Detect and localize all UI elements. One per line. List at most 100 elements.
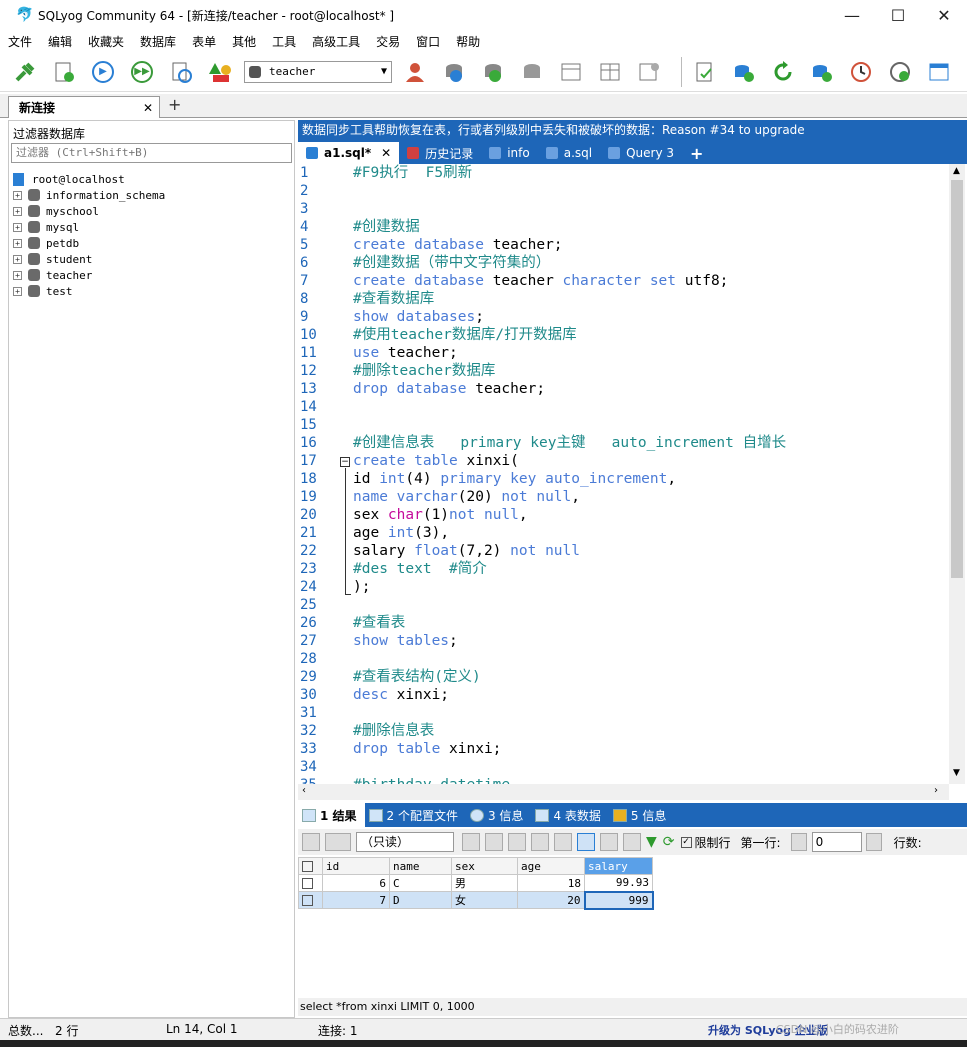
code-line[interactable] (353, 650, 786, 668)
insert-row-icon[interactable] (462, 833, 480, 851)
result-tab-info[interactable]: 5 信息 (609, 803, 674, 827)
code-line[interactable]: drop database teacher; (353, 380, 786, 398)
restore-icon[interactable] (478, 57, 508, 87)
grid-view-icon[interactable] (577, 833, 595, 851)
code-line[interactable]: desc xinxi; (353, 686, 786, 704)
code-line[interactable]: #birthday datetime (353, 776, 786, 784)
menu-transaction[interactable]: 交易 (376, 33, 400, 50)
result-tab-results[interactable]: 1 结果 (298, 803, 365, 827)
code-line[interactable] (353, 758, 786, 776)
add-query-tab-button[interactable]: + (682, 142, 711, 164)
code-line[interactable]: sex char(1)not null, (353, 506, 786, 524)
column-header-id[interactable]: id (322, 857, 390, 875)
menu-window[interactable]: 窗口 (416, 33, 440, 50)
menu-tools[interactable]: 工具 (272, 33, 296, 50)
expand-icon[interactable]: + (13, 270, 22, 280)
index-manager-icon[interactable] (634, 57, 664, 87)
expand-icon[interactable]: + (13, 286, 22, 296)
query-tab-a1[interactable]: a1.sql* ✕ (298, 142, 400, 164)
user-manager-icon[interactable] (400, 57, 430, 87)
sql-editor[interactable]: 1 2 3 4 5 6 7 8 9 10 11 12 13 14 15 16 17 18 19 20 21 22 23 24 2… (298, 164, 949, 784)
select-all-checkbox[interactable] (302, 861, 313, 872)
code-line[interactable]: ); (353, 578, 786, 596)
expand-icon[interactable]: + (13, 206, 22, 216)
table-data-icon[interactable] (595, 57, 625, 87)
database-selector[interactable]: teacher ▼ (244, 60, 392, 83)
limit-rows-checkbox[interactable]: ✓ (680, 836, 692, 848)
code-line[interactable] (353, 596, 786, 614)
backup-icon[interactable] (439, 57, 469, 87)
code-line[interactable] (353, 704, 786, 722)
new-query-icon[interactable] (49, 57, 79, 87)
tree-database-node[interactable]: + test (13, 283, 165, 299)
menu-file[interactable]: 文件 (8, 33, 32, 50)
code-line[interactable]: #查看表结构(定义) (353, 668, 786, 686)
cell-sex[interactable]: 女 (451, 891, 518, 909)
tree-server-node[interactable]: root@localhost (13, 171, 165, 187)
column-header-sex[interactable]: sex (451, 857, 518, 875)
code-line[interactable]: name varchar(20) not null, (353, 488, 786, 506)
schema-sync-icon[interactable] (807, 57, 837, 87)
duplicate-row-icon[interactable] (485, 833, 503, 851)
scheduler-clock-icon[interactable] (846, 57, 876, 87)
editor-vertical-scrollbar[interactable]: ▲ ▼ (949, 164, 965, 784)
import-icon[interactable] (517, 57, 547, 87)
schema-designer-icon[interactable] (205, 57, 235, 87)
code-area[interactable]: #F9执行 F5刷新 #创建数据 create database teacher;… (353, 164, 786, 784)
query-tab-query3[interactable]: Query 3 (600, 142, 682, 164)
menu-favorites[interactable]: 收藏夹 (88, 33, 124, 50)
row-checkbox[interactable] (302, 895, 313, 906)
code-line[interactable] (353, 416, 786, 434)
query-tab-a-sql[interactable]: a.sql (538, 142, 600, 164)
menu-database[interactable]: 数据库 (140, 33, 176, 50)
tree-database-node[interactable]: + teacher (13, 267, 165, 283)
delete-icon[interactable] (531, 833, 549, 851)
menu-table[interactable]: 表单 (192, 33, 216, 50)
query-tab-info[interactable]: info (481, 142, 538, 164)
code-line[interactable]: create database teacher character set ut… (353, 272, 786, 290)
execute-script-icon[interactable] (166, 57, 196, 87)
cell-name[interactable]: D (389, 891, 452, 909)
close-window-button[interactable]: ✕ (921, 0, 967, 30)
scroll-right-icon[interactable]: › (934, 785, 938, 796)
code-line[interactable]: id int(4) primary key auto_increment, (353, 470, 786, 488)
result-tab-messages[interactable]: 3 信息 (466, 803, 531, 827)
tree-database-node[interactable]: + petdb (13, 235, 165, 251)
new-connection-icon[interactable] (10, 57, 40, 87)
fold-collapse-icon[interactable]: − (340, 457, 350, 467)
cell-salary[interactable]: 99.93 (584, 874, 653, 892)
readonly-mode-select[interactable]: （只读） (356, 832, 454, 852)
column-header-age[interactable]: age (517, 857, 585, 875)
expand-icon[interactable]: + (13, 190, 22, 200)
code-line[interactable]: show tables; (353, 632, 786, 650)
menu-advanced-tools[interactable]: 高级工具 (312, 33, 360, 50)
code-line[interactable]: #查看表 (353, 614, 786, 632)
maximize-button[interactable]: ☐ (875, 0, 921, 30)
code-line[interactable]: #创建数据（带中文字符集的） (353, 254, 786, 272)
row-select-cell[interactable] (298, 874, 323, 892)
result-tab-profiles[interactable]: 2 个配置文件 (365, 803, 466, 827)
tree-database-node[interactable]: + student (13, 251, 165, 267)
menu-help[interactable]: 帮助 (456, 33, 480, 50)
code-line[interactable]: #查看数据库 (353, 290, 786, 308)
query-builder-icon[interactable] (690, 57, 720, 87)
code-line[interactable]: #创建数据 (353, 218, 786, 236)
job-agent-icon[interactable] (885, 57, 915, 87)
tree-database-node[interactable]: + myschool (13, 203, 165, 219)
query-tab-history[interactable]: 历史记录 (399, 142, 481, 164)
save-icon[interactable] (508, 833, 526, 851)
row-select-cell[interactable] (298, 891, 323, 909)
code-line[interactable]: #删除信息表 (353, 722, 786, 740)
code-line[interactable]: #使用teacher数据库/打开数据库 (353, 326, 786, 344)
connection-tab[interactable]: 新连接 ✕ (8, 96, 160, 118)
execute-all-icon[interactable]: ▶▶ (127, 57, 157, 87)
execute-query-icon[interactable]: ▶ (88, 57, 118, 87)
column-header-name[interactable]: name (389, 857, 452, 875)
cell-age[interactable]: 18 (517, 874, 585, 892)
minimize-button[interactable]: — (829, 0, 875, 30)
first-row-input[interactable]: 0 (811, 832, 862, 852)
code-line[interactable] (353, 398, 786, 416)
code-line[interactable]: #F9执行 F5刷新 (353, 164, 786, 182)
cell-age[interactable]: 20 (517, 891, 585, 909)
cell-sex[interactable]: 男 (451, 874, 518, 892)
